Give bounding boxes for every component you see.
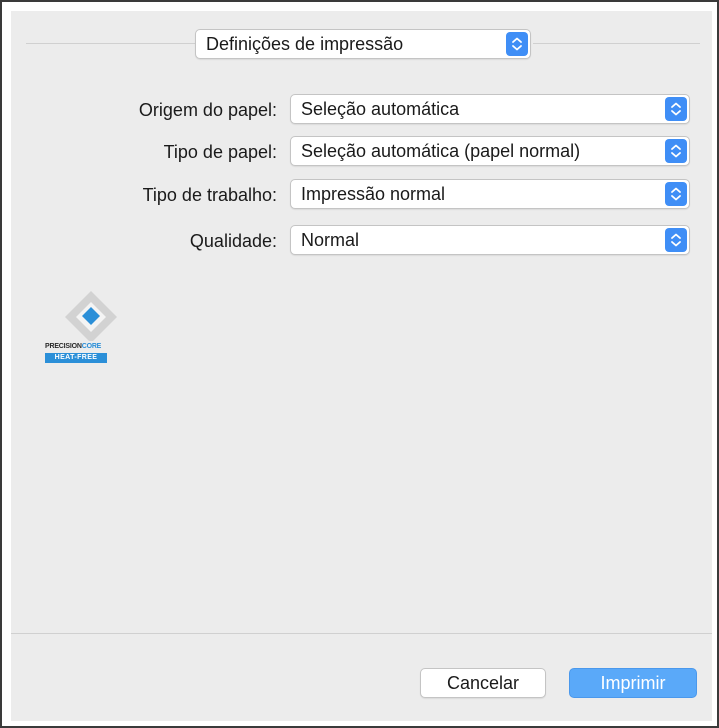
- footer-separator: [11, 633, 712, 634]
- up-down-chevron-icon: [506, 32, 528, 56]
- paper-source-label: Origem do papel:: [138, 100, 277, 120]
- paper-type-popup[interactable]: Seleção automática (papel normal): [290, 136, 690, 166]
- panel-selector-value: Definições de impressão: [206, 34, 404, 54]
- header-separator-right: [533, 43, 700, 44]
- quality-popup[interactable]: Normal: [290, 225, 690, 255]
- paper-type-label: Tipo de papel:: [163, 142, 277, 162]
- print-dialog-frame: Definições de impressão Origem do papel:…: [0, 0, 719, 728]
- up-down-chevron-icon: [665, 182, 687, 206]
- up-down-chevron-icon: [665, 228, 687, 252]
- precisioncore-diamond-icon: [65, 291, 117, 341]
- paper-source-popup[interactable]: Seleção automática: [290, 94, 690, 124]
- up-down-chevron-icon: [665, 97, 687, 121]
- logo-text-precisioncore: PRECISIONCORE: [45, 343, 102, 350]
- print-button[interactable]: Imprimir: [569, 668, 697, 698]
- header-separator-left: [26, 43, 196, 44]
- panel-selector-popup[interactable]: Definições de impressão: [195, 29, 531, 59]
- job-type-label: Tipo de trabalho:: [142, 185, 277, 205]
- logo-text-heatfree: HEAT-FREE: [45, 353, 107, 363]
- quality-value: Normal: [301, 230, 360, 250]
- print-dialog: Definições de impressão Origem do papel:…: [11, 11, 712, 721]
- job-type-popup[interactable]: Impressão normal: [290, 179, 690, 209]
- cancel-button[interactable]: Cancelar: [420, 668, 546, 698]
- quality-label: Qualidade:: [189, 231, 277, 251]
- up-down-chevron-icon: [665, 139, 687, 163]
- paper-type-value: Seleção automática (papel normal): [301, 141, 581, 161]
- paper-source-value: Seleção automática: [301, 99, 460, 119]
- job-type-value: Impressão normal: [301, 184, 446, 204]
